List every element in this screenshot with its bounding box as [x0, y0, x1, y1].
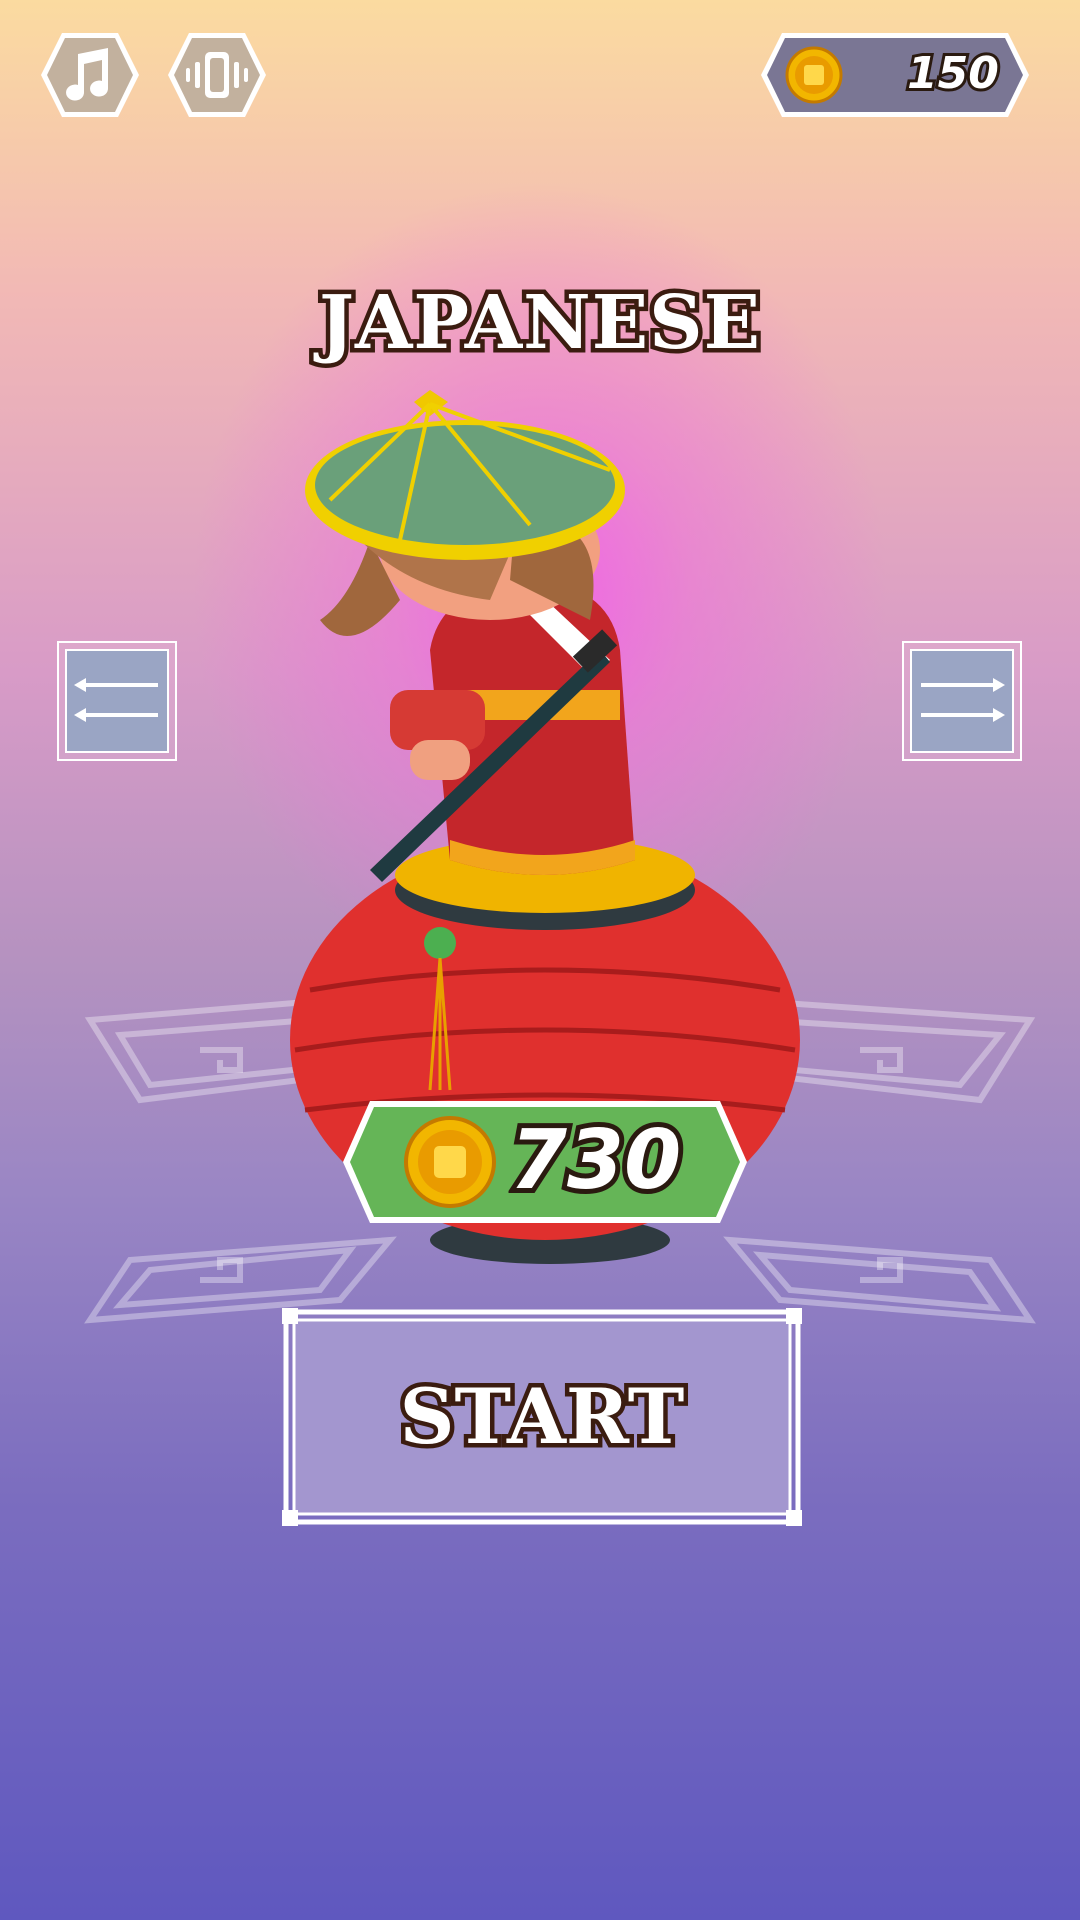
next-character-button[interactable] — [901, 640, 1023, 762]
unlock-price-value: 730 — [505, 1108, 686, 1213]
unlock-price-button[interactable]: 730 — [340, 1098, 750, 1226]
coin-icon — [404, 1116, 496, 1208]
coin-balance-panel: 150 — [758, 30, 1032, 120]
previous-character-button[interactable] — [56, 640, 178, 762]
character-hat — [305, 390, 625, 560]
music-toggle-button[interactable] — [38, 30, 142, 120]
coin-balance-value: 150 — [904, 45, 1002, 102]
character-name: JAPANESE — [315, 276, 765, 371]
coin-icon — [785, 46, 843, 104]
start-button[interactable]: START — [282, 1308, 802, 1526]
vibration-toggle-button[interactable] — [165, 30, 269, 120]
start-button-label: START — [395, 1368, 689, 1466]
character-body — [370, 580, 635, 882]
